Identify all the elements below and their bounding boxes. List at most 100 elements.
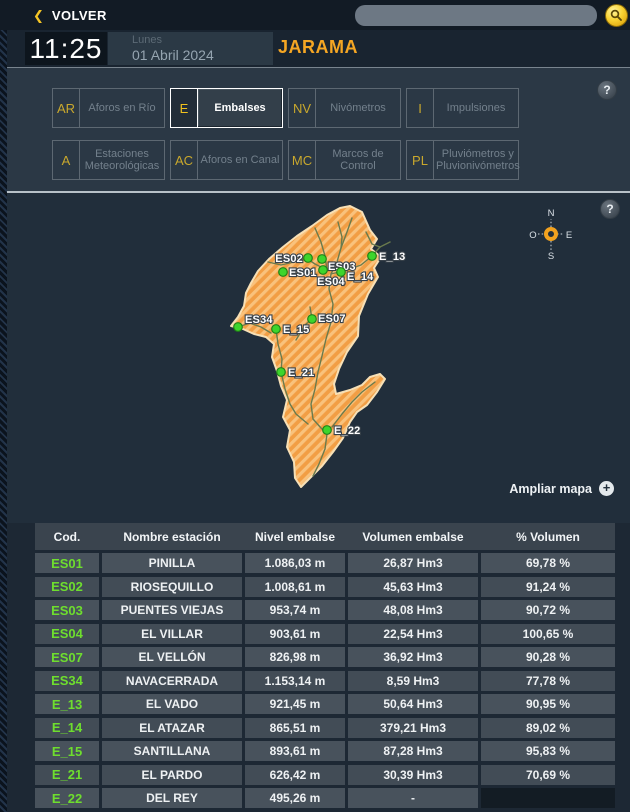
- table-row[interactable]: E_21 EL PARDO 626,42 m 30,39 Hm3 70,69 %: [35, 764, 615, 785]
- cell-nivel: 893,61 m: [245, 741, 345, 761]
- search-button[interactable]: [605, 3, 628, 27]
- cell-nombre: PUENTES VIEJAS: [102, 600, 242, 620]
- table-row[interactable]: ES07 EL VELLÓN 826,98 m 36,92 Hm3 90,28 …: [35, 647, 615, 667]
- help-button-map[interactable]: ?: [600, 199, 620, 219]
- nav-button-label: Pluviómetros y Pluvionivómetros: [436, 147, 520, 173]
- nav-button-code: AC: [171, 141, 198, 179]
- enlarge-map-button[interactable]: Ampliar mapa +: [509, 481, 614, 496]
- cell-pct: 90,28 %: [481, 647, 615, 667]
- cell-cod: E_14: [35, 717, 99, 738]
- compass-e: E: [566, 230, 572, 241]
- cell-volumen: 26,87 Hm3: [348, 553, 478, 573]
- station-label: ES34: [245, 314, 273, 326]
- cell-pct: 91,24 %: [481, 576, 615, 597]
- station-label: E_21: [288, 367, 315, 379]
- station-marker-es01[interactable]: [278, 267, 288, 277]
- col-cod: Cod.: [53, 529, 81, 544]
- station-label: E_14: [347, 271, 374, 283]
- cell-volumen: 36,92 Hm3: [348, 647, 478, 667]
- compass-rose: N S O E: [529, 208, 572, 262]
- table-row[interactable]: ES04 EL VILLAR 903,61 m 22,54 Hm3 100,65…: [35, 623, 615, 644]
- cell-pct: 90,72 %: [481, 600, 615, 620]
- nav-grid: AR Aforos en Río E Embalses NV Nivómetro…: [52, 88, 520, 180]
- cell-cod: ES34: [35, 670, 99, 691]
- cell-volumen: 48,08 Hm3: [348, 600, 478, 620]
- cell-pct: 89,02 %: [481, 717, 615, 738]
- nav-button-nv[interactable]: NV Nivómetros: [288, 88, 401, 128]
- table-row[interactable]: E_15 SANTILLANA 893,61 m 87,28 Hm3 95,83…: [35, 741, 615, 761]
- cell-cod: ES03: [35, 600, 99, 620]
- basin-map: ES02ES03ES01E_13ES04 E_14ES07ES34E_15E_21…: [230, 205, 572, 488]
- nav-button-e[interactable]: E Embalses: [170, 88, 283, 128]
- basin-polygon: [230, 205, 386, 488]
- cell-volumen: 379,21 Hm3: [348, 717, 478, 738]
- table-row[interactable]: ES03 PUENTES VIEJAS 953,74 m 48,08 Hm3 9…: [35, 600, 615, 620]
- cell-pct: [481, 788, 615, 808]
- col-nombre: Nombre estación: [123, 529, 221, 544]
- compass-o: O: [529, 230, 536, 241]
- table-row[interactable]: E_14 EL ATAZAR 865,51 m 379,21 Hm3 89,02…: [35, 717, 615, 738]
- cell-nombre: PINILLA: [102, 553, 242, 573]
- station-label: ES02: [275, 253, 303, 265]
- cell-cod: E_21: [35, 764, 99, 785]
- question-icon: ?: [603, 83, 611, 97]
- cell-nombre: EL VADO: [102, 694, 242, 714]
- table-row[interactable]: E_13 EL VADO 921,45 m 50,64 Hm3 90,95 %: [35, 694, 615, 714]
- cell-cod: ES04: [35, 623, 99, 644]
- cell-nombre: NAVACERRADA: [102, 670, 242, 691]
- stations-table: Cod. Nombre estación Nivel embalse Volum…: [35, 523, 615, 812]
- table-row[interactable]: ES02 RIOSEQUILLO 1.008,61 m 45,63 Hm3 91…: [35, 576, 615, 597]
- cell-nombre: EL VELLÓN: [102, 647, 242, 667]
- nav-button-a[interactable]: A Estaciones Meteorológicas: [52, 140, 165, 180]
- col-pct: % Volumen: [516, 529, 580, 544]
- cell-nivel: 903,61 m: [245, 623, 345, 644]
- cell-cod: E_13: [35, 694, 99, 714]
- nav-button-code: NV: [289, 89, 316, 127]
- station-marker-es02[interactable]: [303, 253, 313, 263]
- cell-nivel: 626,42 m: [245, 764, 345, 785]
- nav-button-label: Aforos en Canal: [200, 153, 280, 166]
- header-bar: 11:25 Lunes 01 Abril 2024 JARAMA: [7, 30, 630, 67]
- cell-cod: E_15: [35, 741, 99, 761]
- nav-button-code: AR: [53, 89, 80, 127]
- cell-volumen: 30,39 Hm3: [348, 764, 478, 785]
- station-marker-es03[interactable]: [317, 254, 327, 264]
- nav-button-mc[interactable]: MC Marcos de Control: [288, 140, 401, 180]
- cell-nivel: 826,98 m: [245, 647, 345, 667]
- stations-table-body: ES01 PINILLA 1.086,03 m 26,87 Hm3 69,78 …: [35, 553, 615, 808]
- nav-button-ac[interactable]: AC Aforos en Canal: [170, 140, 283, 180]
- nav-button-pl[interactable]: PL Pluviómetros y Pluvionivómetros: [406, 140, 520, 180]
- nav-button-code: PL: [407, 141, 434, 179]
- back-chevron-icon: ❮: [33, 7, 44, 23]
- nav-button-code: A: [53, 141, 80, 179]
- cell-pct: 77,78 %: [481, 670, 615, 691]
- cell-cod: ES02: [35, 576, 99, 597]
- search-input[interactable]: [355, 4, 597, 26]
- station-marker-e_15[interactable]: [271, 324, 281, 334]
- cell-volumen: 22,54 Hm3: [348, 623, 478, 644]
- station-marker-e_22[interactable]: [322, 425, 332, 435]
- help-button-nav[interactable]: ?: [597, 80, 617, 100]
- table-row[interactable]: ES01 PINILLA 1.086,03 m 26,87 Hm3 69,78 …: [35, 553, 615, 573]
- station-marker-es34[interactable]: [233, 322, 243, 332]
- station-marker-es04[interactable]: [318, 265, 328, 275]
- station-marker-e_13[interactable]: [367, 251, 377, 261]
- nav-button-ar[interactable]: AR Aforos en Río: [52, 88, 165, 128]
- nav-button-label: Estaciones Meteorológicas: [84, 147, 160, 173]
- cell-nivel: 865,51 m: [245, 717, 345, 738]
- question-icon: ?: [606, 202, 614, 216]
- cell-nivel: 1.008,61 m: [245, 576, 345, 597]
- station-marker-e_14[interactable]: [336, 267, 346, 277]
- cell-pct: 90,95 %: [481, 694, 615, 714]
- cell-cod: ES07: [35, 647, 99, 667]
- table-row[interactable]: E_22 DEL REY 495,26 m -: [35, 788, 615, 808]
- nav-button-i[interactable]: I Impulsiones: [406, 88, 519, 128]
- station-marker-e_21[interactable]: [276, 367, 286, 377]
- table-row[interactable]: ES34 NAVACERRADA 1.153,14 m 8,59 Hm3 77,…: [35, 670, 615, 691]
- station-marker-es07[interactable]: [307, 314, 317, 324]
- back-button[interactable]: ❮ VOLVER: [0, 8, 107, 23]
- cell-nivel: 495,26 m: [245, 788, 345, 808]
- day-label: Lunes: [132, 34, 162, 46]
- cell-volumen: 8,59 Hm3: [348, 670, 478, 691]
- col-nivel: Nivel embalse: [254, 529, 336, 544]
